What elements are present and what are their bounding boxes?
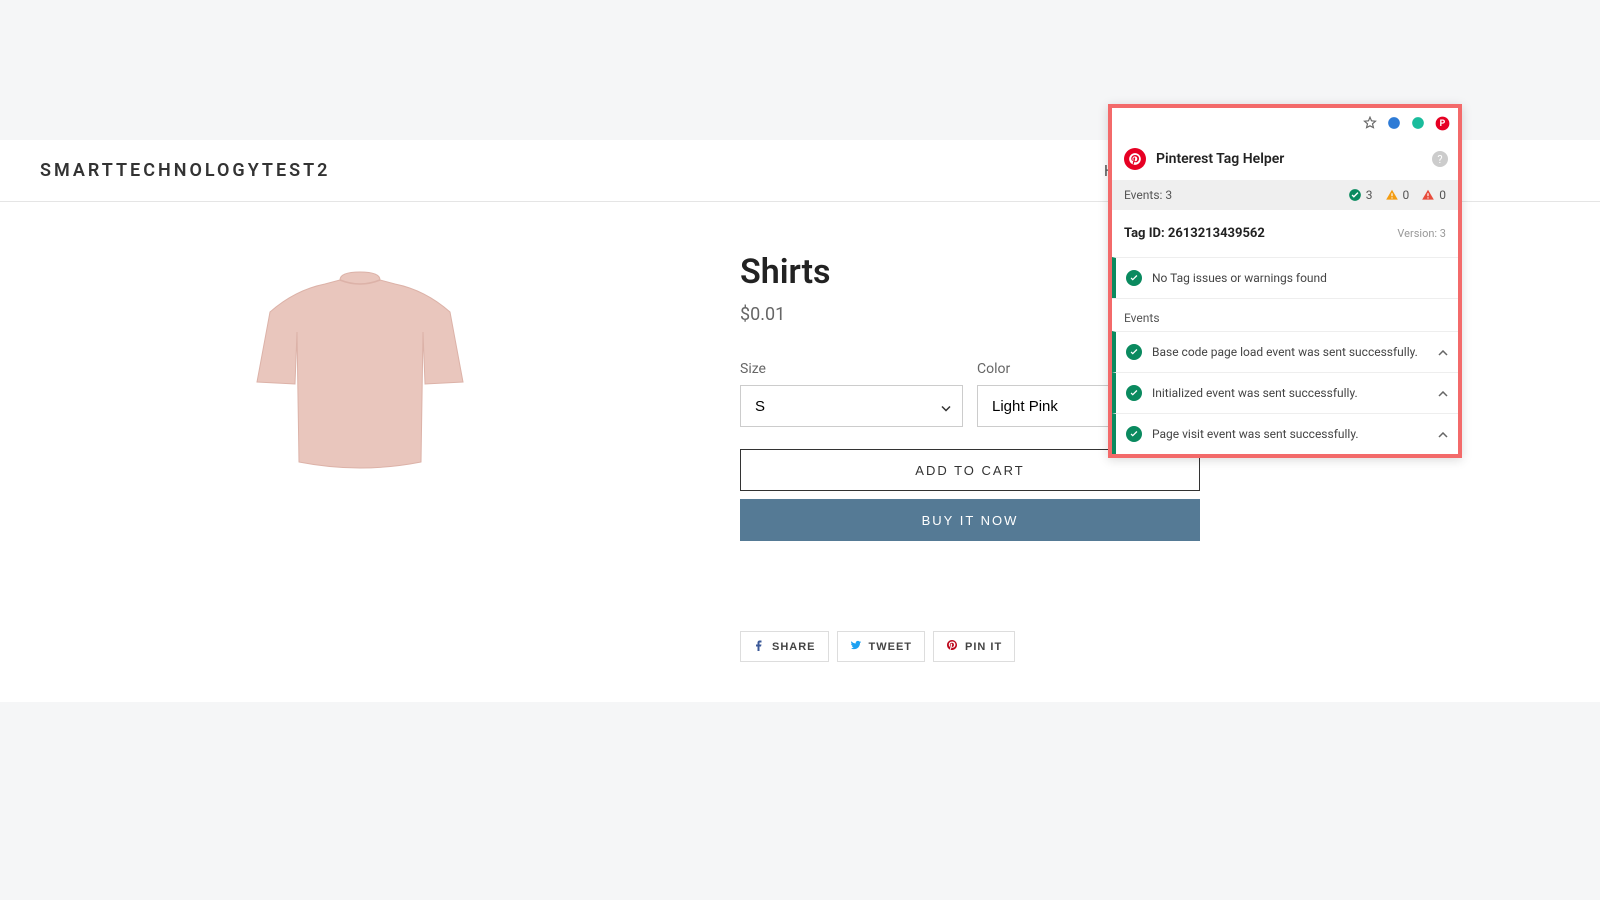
twitter-icon [850, 639, 862, 654]
check-icon [1126, 426, 1142, 442]
facebook-icon [753, 639, 765, 654]
pinterest-extension-icon[interactable]: P [1434, 115, 1450, 131]
chevron-up-icon [1438, 345, 1448, 359]
warning-count: 0 [1385, 188, 1410, 202]
error-triangle-icon [1421, 188, 1435, 202]
no-issues-row[interactable]: No Tag issues or warnings found [1112, 257, 1458, 298]
share-twitter-label: TWEET [869, 641, 913, 653]
extension-header: Pinterest Tag Helper ? [1112, 138, 1458, 180]
shirt-image [245, 262, 475, 482]
check-icon [1126, 385, 1142, 401]
tag-id-label: Tag ID: 2613213439562 [1124, 226, 1265, 241]
error-count: 0 [1421, 188, 1446, 202]
event-row-0[interactable]: Base code page load event was sent succe… [1112, 331, 1458, 372]
share-pinterest-label: PIN IT [965, 641, 1002, 653]
check-circle-icon [1348, 188, 1362, 202]
site-title[interactable]: SMARTTECHNOLOGYTEST2 [40, 160, 330, 181]
success-count: 3 [1348, 188, 1373, 202]
check-icon [1126, 344, 1142, 360]
event-text: Initialized event was sent successfully. [1152, 386, 1358, 400]
pinterest-icon [946, 639, 958, 654]
events-section-label: Events [1112, 298, 1458, 331]
share-pinterest-button[interactable]: PIN IT [933, 631, 1015, 662]
product-image [40, 252, 680, 662]
no-issues-text: No Tag issues or warnings found [1152, 271, 1327, 285]
tag-id-row: Tag ID: 2613213439562 Version: 3 [1112, 210, 1458, 257]
buy-now-button[interactable]: BUY IT NOW [740, 499, 1200, 541]
browser-toolbar-icons: P [1112, 108, 1458, 138]
extension-title: Pinterest Tag Helper [1156, 151, 1284, 167]
chevron-up-icon [1438, 386, 1448, 400]
share-twitter-button[interactable]: TWEET [837, 631, 926, 662]
share-facebook-button[interactable]: SHARE [740, 631, 829, 662]
event-row-1[interactable]: Initialized event was sent successfully. [1112, 372, 1458, 413]
extension-icon-1[interactable] [1386, 115, 1402, 131]
svg-text:P: P [1439, 119, 1445, 129]
events-count-label: Events: 3 [1124, 188, 1172, 202]
event-row-2[interactable]: Page visit event was sent successfully. [1112, 413, 1458, 454]
extension-panel: P Pinterest Tag Helper ? Events: 3 3 0 0 [1108, 104, 1462, 458]
chevron-up-icon [1438, 427, 1448, 441]
share-facebook-label: SHARE [772, 641, 816, 653]
events-summary-bar: Events: 3 3 0 0 [1112, 180, 1458, 210]
warning-triangle-icon [1385, 188, 1399, 202]
event-text: Base code page load event was sent succe… [1152, 345, 1418, 359]
check-icon [1126, 270, 1142, 286]
extension-icon-2[interactable] [1410, 115, 1426, 131]
pinterest-logo-icon [1124, 148, 1146, 170]
size-select[interactable]: S [740, 385, 963, 427]
size-label: Size [740, 361, 963, 377]
help-icon[interactable]: ? [1432, 151, 1448, 167]
event-text: Page visit event was sent successfully. [1152, 427, 1359, 441]
star-icon[interactable] [1362, 115, 1378, 131]
version-label: Version: 3 [1397, 227, 1446, 240]
